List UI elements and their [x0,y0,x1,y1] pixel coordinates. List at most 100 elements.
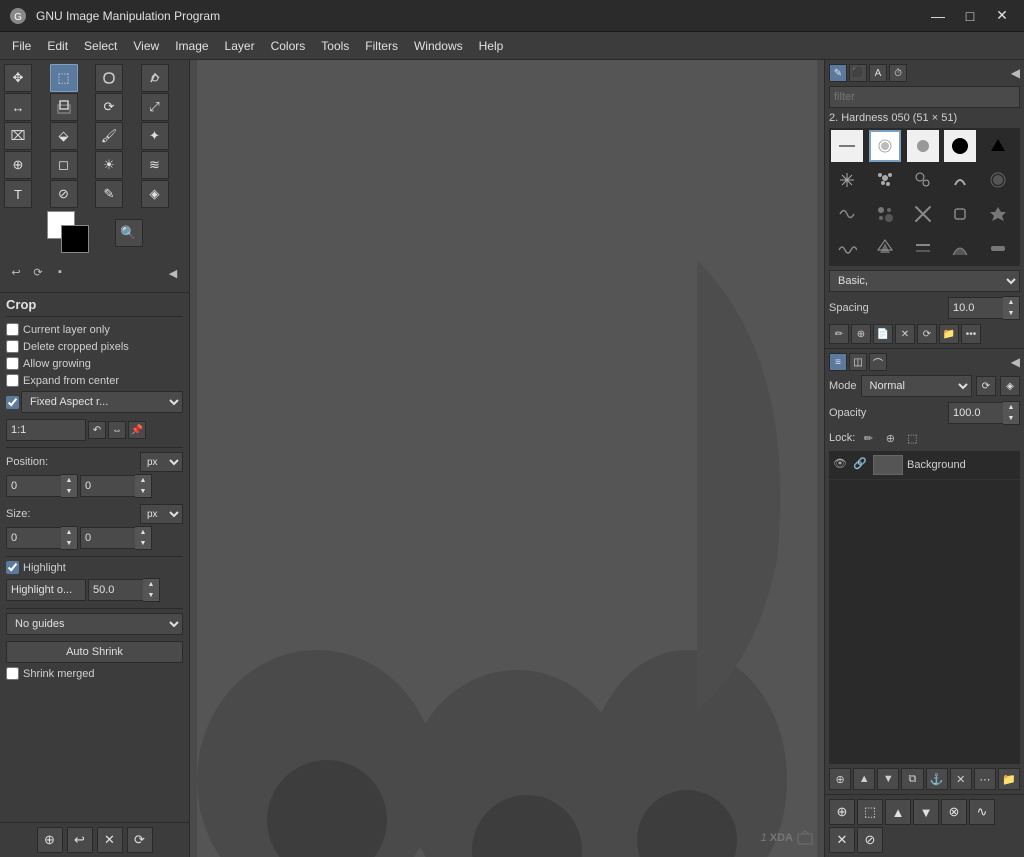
menu-help[interactable]: Help [471,35,512,57]
position-y-down[interactable]: ▼ [135,486,151,497]
path-tool[interactable]: ⊘ [50,180,78,208]
right-btn-2[interactable]: ⬚ [857,799,883,825]
opacity-up[interactable]: ▲ [1003,402,1019,413]
maximize-button[interactable]: □ [956,2,984,30]
menu-colors[interactable]: Colors [263,35,314,57]
lock-pixels-btn[interactable]: ✏ [859,429,877,447]
position-x-up[interactable]: ▲ [61,475,77,486]
spacing-up[interactable]: ▲ [1003,297,1019,308]
brush-preset-select[interactable]: Basic, [829,270,1020,292]
new-tool-button[interactable]: ⊕ [37,827,63,853]
brush-item[interactable] [831,198,863,230]
brush-filter-input[interactable] [829,86,1020,108]
layer-new-btn[interactable]: ⊕ [829,768,851,790]
size-w-up[interactable]: ▲ [61,527,77,538]
brush-tab-pencil[interactable]: ✎ [829,64,847,82]
aspect-reset-button[interactable]: ↶ [88,421,106,439]
refresh-button[interactable]: ⟳ [127,827,153,853]
brush-item[interactable] [869,232,901,264]
brush-item[interactable] [944,198,976,230]
shrink-merged-checkbox[interactable] [6,667,19,680]
layer-chain-btn-1[interactable]: ⟳ [976,376,996,396]
perspective-tool[interactable]: ⬙ [50,122,78,150]
right-btn-8[interactable]: ⊘ [857,827,883,853]
brush-item[interactable] [831,164,863,196]
restore-button[interactable]: ↩ [67,827,93,853]
paint-tool[interactable]: 🖌 [95,122,123,150]
layer-folder-btn[interactable]: 📁 [998,768,1020,790]
menu-image[interactable]: Image [167,35,216,57]
right-btn-3[interactable]: ▲ [885,799,911,825]
rotate-tool[interactable]: ⟳ [95,93,123,121]
move-tool[interactable]: ✥ [4,64,32,92]
canvas-area[interactable]: 1 XDA [190,60,824,857]
brush-tab-pattern[interactable]: ⬛ [849,64,867,82]
tool-redo-button[interactable]: ⟳ [28,262,48,282]
brush-refresh-btn[interactable]: ⟳ [917,324,937,344]
right-btn-5[interactable]: ⊗ [941,799,967,825]
brush-duplicate-btn[interactable]: ⊕ [851,324,871,344]
highlight-opacity-label-input[interactable] [6,579,86,601]
menu-file[interactable]: File [4,35,39,57]
dodge-tool[interactable]: ☀ [95,151,123,179]
position-unit-select[interactable]: px % mm [140,452,183,472]
layer-duplicate-btn[interactable]: ⧉ [901,768,923,790]
layers-tab-channels[interactable]: ◫ [849,353,867,371]
layers-tab-list[interactable]: ≡ [829,353,847,371]
menu-tools[interactable]: Tools [313,35,357,57]
lock-alpha-btn[interactable]: ⬚ [903,429,921,447]
fixed-aspect-checkbox[interactable] [6,396,19,409]
brush-item[interactable] [944,164,976,196]
menu-edit[interactable]: Edit [39,35,76,57]
brush-item[interactable] [982,130,1014,162]
blur-tool[interactable]: ≋ [141,151,169,179]
delete-cropped-pixels-checkbox[interactable] [6,340,19,353]
brush-item[interactable] [831,232,863,264]
position-x-input[interactable] [6,475,61,497]
aspect-value-input[interactable] [6,419,86,441]
scale-tool[interactable]: ⤢ [141,93,169,121]
menu-layer[interactable]: Layer [217,35,263,57]
layer-item[interactable]: 👁 🔗 Background [829,451,1020,480]
text-tool[interactable]: T [4,180,32,208]
brush-item[interactable] [944,232,976,264]
fixed-aspect-select[interactable]: Fixed Aspect r... [21,391,183,413]
size-w-input[interactable] [6,527,61,549]
brush-new-btn[interactable]: 📄 [873,324,893,344]
shear-tool[interactable]: ⌧ [4,122,32,150]
brush-item[interactable] [907,198,939,230]
right-btn-4[interactable]: ▼ [913,799,939,825]
brush-item[interactable] [944,130,976,162]
mode-select[interactable]: Normal Multiply Screen [861,375,972,397]
brush-item[interactable] [907,232,939,264]
brush-item[interactable] [907,130,939,162]
aspect-bookmark-button[interactable]: 📌 [128,421,146,439]
close-button[interactable]: ✕ [988,2,1016,30]
clone-tool[interactable]: ⊕ [4,151,32,179]
brush-item[interactable] [869,164,901,196]
transform-tool[interactable]: ↔ [4,93,32,121]
eraser-tool[interactable]: ◻ [50,151,78,179]
minimize-button[interactable]: — [924,2,952,30]
delete-button[interactable]: ✕ [97,827,123,853]
lasso-tool[interactable] [95,64,123,92]
layers-panel-expand[interactable]: ◀ [1011,355,1020,369]
menu-select[interactable]: Select [76,35,125,57]
layer-delete-btn[interactable]: ✕ [950,768,972,790]
brush-item[interactable] [907,164,939,196]
auto-shrink-button[interactable]: Auto Shrink [6,641,183,663]
brush-item[interactable] [831,130,863,162]
brush-delete-btn[interactable]: ✕ [895,324,915,344]
brush-more-btn[interactable]: ••• [961,324,981,344]
layer-lower-btn[interactable]: ▼ [877,768,899,790]
layers-tab-paths[interactable]: ⌒ [869,353,887,371]
fuzzy-select-tool[interactable] [141,64,169,92]
size-unit-select[interactable]: px % mm [140,504,183,524]
brush-panel-expand[interactable]: ◀ [1011,66,1020,80]
current-layer-only-checkbox[interactable] [6,323,19,336]
brush-tab-text[interactable]: A [869,64,887,82]
layer-raise-btn[interactable]: ▲ [853,768,875,790]
brush-folder-btn[interactable]: 📁 [939,324,959,344]
highlight-checkbox[interactable] [6,561,19,574]
tool-undo-button[interactable]: ↩ [6,262,26,282]
